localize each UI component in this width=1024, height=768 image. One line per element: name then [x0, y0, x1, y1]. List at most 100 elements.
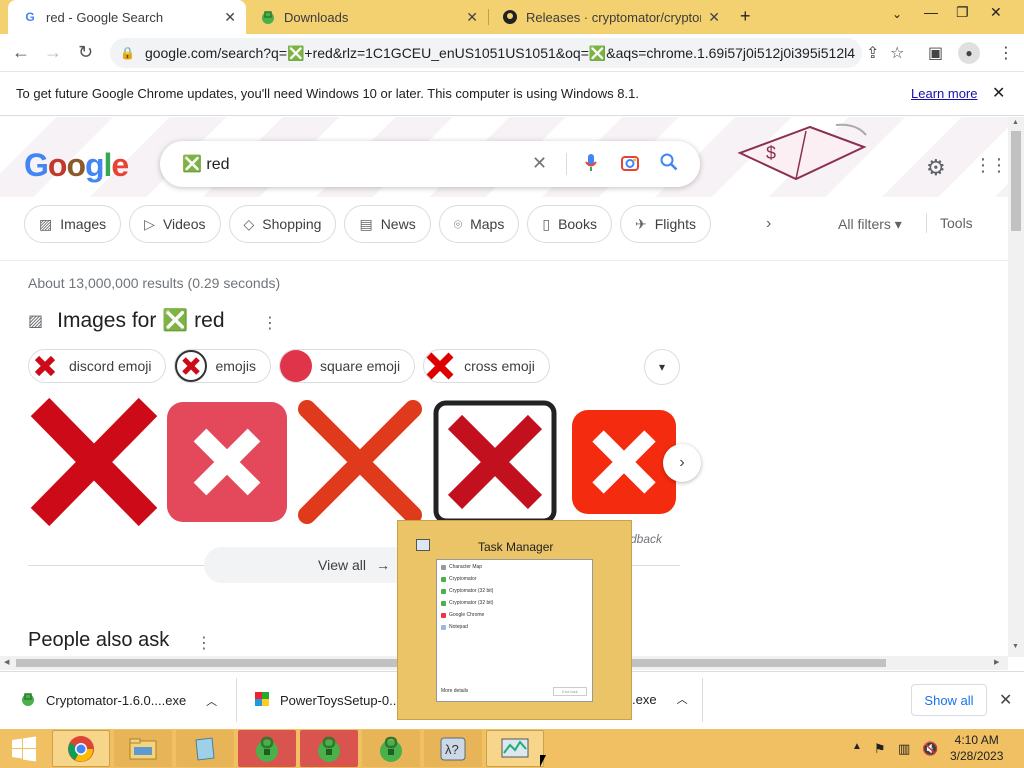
google-doodle-logo[interactable]: Google — [24, 147, 129, 184]
search-box[interactable]: ❎ red ✕ — [160, 141, 700, 187]
taskbar-character-map[interactable]: λ? — [424, 730, 482, 767]
image-thumb[interactable] — [294, 397, 426, 527]
download-item[interactable]: PowerToysSetup-0... — [254, 691, 400, 710]
svg-text:λ?: λ? — [445, 742, 459, 757]
infobar-message: To get future Google Chrome updates, you… — [16, 86, 639, 101]
google-g-icon: G — [25, 10, 35, 24]
window-close-button[interactable]: ✕ — [990, 4, 1002, 21]
task-manager-preview[interactable]: Task Manager Character Map Cryptomator C… — [397, 520, 632, 720]
taskbar-chrome[interactable] — [52, 730, 110, 767]
update-infobar: To get future Google Chrome updates, you… — [0, 72, 1024, 116]
volume-muted-icon[interactable]: 🔇 — [922, 741, 938, 757]
svg-text:$: $ — [766, 143, 776, 163]
minimize-button[interactable]: — — [924, 4, 938, 20]
microphone-icon[interactable] — [584, 153, 598, 178]
close-icon[interactable]: ✕ — [708, 9, 720, 26]
related-chip[interactable]: square emoji — [278, 349, 416, 383]
chip-images[interactable]: ▨ Images — [24, 205, 122, 243]
result-stats: About 13,000,000 results (0.29 seconds) — [28, 275, 281, 291]
close-icon[interactable]: ✕ — [224, 9, 236, 26]
learn-more-link[interactable]: Learn more — [911, 86, 977, 101]
start-windows-icon[interactable] — [4, 730, 44, 767]
vertical-scrollbar[interactable]: ▲ ▼ — [1008, 117, 1024, 657]
flag-icon[interactable]: ⚑ — [874, 741, 886, 757]
red-x-thumb — [175, 350, 208, 382]
reload-icon[interactable]: ↻ — [78, 42, 93, 63]
taskbar-task-manager[interactable] — [486, 730, 544, 767]
chevron-up-icon[interactable]: ︿ — [206, 693, 217, 709]
chip-videos[interactable]: ▷ Videos — [129, 205, 221, 243]
cryptomator-icon — [260, 9, 276, 25]
image-thumb[interactable] — [430, 397, 560, 527]
chevron-up-icon[interactable]: ︿ — [677, 691, 688, 707]
images-heading[interactable]: ▨ Images for ❎ red — [28, 309, 225, 333]
chevron-down-icon[interactable]: ▾ — [644, 349, 680, 385]
chip-flights[interactable]: ✈ Flights — [619, 205, 711, 243]
lock-icon: 🔒 — [120, 46, 135, 60]
profile-avatar[interactable]: ● — [958, 42, 980, 64]
newspaper-icon: ▤ — [359, 215, 373, 232]
url-text: google.com/search?q=❎+red&rlz=1C1GCEU_en… — [144, 44, 855, 61]
camera-lens-icon[interactable] — [620, 153, 640, 178]
chip-maps[interactable]: ⌾ Maps — [438, 205, 520, 243]
related-chip[interactable]: emojis — [174, 349, 271, 383]
forward-icon[interactable]: → — [44, 42, 62, 63]
tab-search-icon[interactable]: ⌄ — [892, 7, 902, 21]
search-input[interactable]: ❎ red — [182, 154, 230, 174]
red-x-thumb — [29, 350, 61, 382]
all-filters-button[interactable]: All filters ▾ — [838, 216, 902, 233]
close-icon[interactable]: ✕ — [992, 83, 1005, 103]
taskbar-cryptomator[interactable] — [362, 730, 420, 767]
chip-shopping[interactable]: ◇ Shopping — [228, 205, 337, 243]
apps-grid-icon[interactable]: ⋮⋮⋮ — [974, 155, 1008, 176]
tab-title: Releases · cryptomator/cryptoma — [526, 9, 701, 25]
tab-downloads[interactable]: Downloads ✕ — [246, 0, 488, 34]
tab-releases[interactable]: Releases · cryptomator/cryptoma ✕ — [488, 0, 730, 34]
taskbar-notepad[interactable] — [176, 730, 234, 767]
feedback-link[interactable]: dback — [630, 532, 662, 546]
tab-google-search[interactable]: G red - Google Search ✕ — [8, 0, 246, 34]
close-icon[interactable]: ✕ — [999, 690, 1012, 710]
taskbar-cryptomator[interactable] — [238, 730, 296, 767]
search-icon[interactable] — [660, 153, 678, 176]
restore-button[interactable]: ❐ — [956, 4, 969, 21]
tools-button[interactable]: Tools — [940, 215, 973, 231]
related-chip[interactable]: discord emoji — [28, 349, 167, 383]
carousel-next-button[interactable]: › — [663, 444, 701, 482]
task-manager-icon — [416, 539, 430, 551]
image-thumb[interactable] — [164, 397, 290, 527]
installer-icon — [254, 691, 270, 710]
download-item[interactable]: .exe ︿ — [632, 691, 688, 707]
filter-chips: ▨ Images ▷ Videos ◇ Shopping ▤ News ⌾ Maps ▯ B… — [24, 205, 711, 245]
people-also-ask-heading: People also ask — [28, 629, 170, 651]
address-bar[interactable]: 🔒 google.com/search?q=❎+red&rlz=1C1GCEU_… — [110, 38, 862, 68]
image-thumb[interactable] — [28, 397, 160, 527]
bookmark-star-icon[interactable]: ☆ — [890, 43, 904, 63]
menu-dots-icon[interactable]: ⋮ — [998, 43, 1014, 63]
more-options-icon[interactable]: ⋮ — [196, 633, 212, 653]
taskbar-cryptomator[interactable] — [300, 730, 358, 767]
system-clock[interactable]: 4:10 AM 3/28/2023 — [950, 732, 1003, 764]
side-panel-icon[interactable]: ▣ — [928, 43, 943, 63]
tray-chevron-up-icon[interactable]: ▲ — [852, 741, 862, 752]
settings-gear-icon[interactable]: ⚙ — [926, 155, 946, 181]
related-chip[interactable]: cross emoji — [423, 349, 550, 383]
chevron-right-icon[interactable]: › — [766, 215, 771, 233]
chip-news[interactable]: ▤ News — [344, 205, 431, 243]
close-icon[interactable]: ✕ — [466, 9, 478, 26]
tab-title: red - Google Search — [46, 9, 164, 25]
doodle-book-image[interactable]: $ — [736, 123, 870, 196]
new-tab-button[interactable]: + — [740, 6, 751, 27]
image-icon: ▨ — [28, 313, 44, 330]
mouse-cursor — [540, 755, 546, 767]
download-item[interactable]: Cryptomator-1.6.0....exe ︿ — [20, 691, 217, 710]
more-options-icon[interactable]: ⋮ — [262, 313, 278, 333]
back-icon[interactable]: ← — [12, 42, 30, 63]
taskbar-file-explorer[interactable] — [114, 730, 172, 767]
chip-books[interactable]: ▯ Books — [527, 205, 612, 243]
tag-icon: ◇ — [243, 215, 255, 232]
network-icon[interactable]: ▥ — [898, 741, 910, 757]
show-all-button[interactable]: Show all — [911, 684, 987, 716]
clear-icon[interactable]: ✕ — [532, 153, 547, 174]
share-icon[interactable]: ⇪ — [866, 43, 879, 63]
